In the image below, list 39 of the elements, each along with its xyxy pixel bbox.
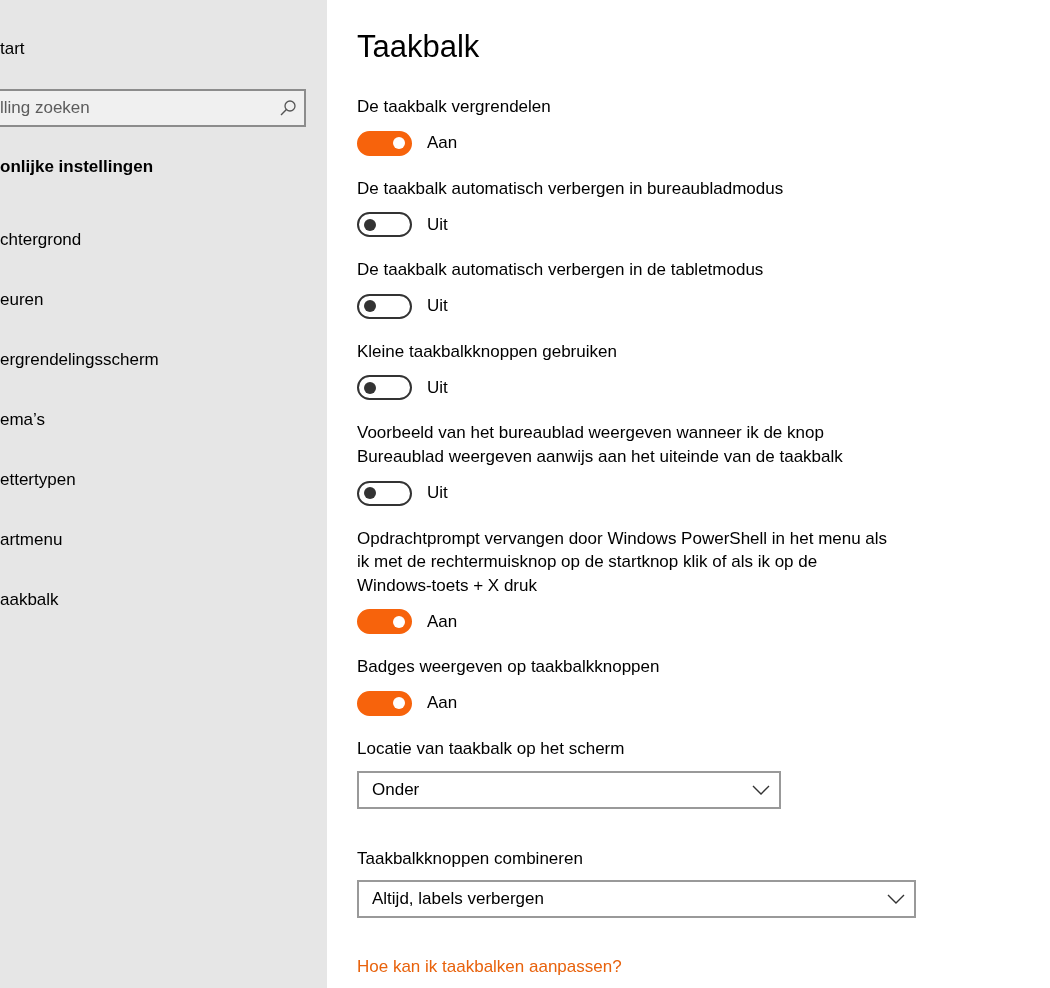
setting-label: Voorbeeld van het bureaublad weergeven wanneer ik de knop Bureaublad weergeven aanwijs aan het uiteinde van de taakbalk xyxy=(357,422,844,468)
nav-link[interactable]: tart xyxy=(0,37,25,61)
sidebar-item[interactable]: artmenu xyxy=(0,528,63,552)
sidebar-item[interactable]: ema’s xyxy=(0,408,46,432)
toggle-switch[interactable] xyxy=(357,130,412,156)
sidebar-item[interactable]: ettertypen xyxy=(0,468,76,492)
toggle-switch[interactable] xyxy=(357,375,412,401)
setting-label: Badges weergeven op taakbalkknoppen xyxy=(357,656,660,679)
page-title: Taakbalk xyxy=(357,28,480,66)
setting-label: Opdrachtprompt vervangen door Windows PowerShell in het menu als ik met de rechtermuisknop op de startknop klik of als ik op de Windows-toets + X druk xyxy=(357,527,889,597)
toggle-switch[interactable] xyxy=(357,690,412,716)
setting-label: De taakbalk vergrendelen xyxy=(357,96,551,118)
search-icon xyxy=(280,100,296,116)
toggle-state-text: Uit xyxy=(427,213,448,236)
setting-label: De taakbalk automatisch verbergen in bureaubladmodus xyxy=(357,177,784,200)
toggle-state-text: Aan xyxy=(427,692,458,715)
toggle-state-text: Aan xyxy=(427,132,458,155)
chevron-down-icon xyxy=(887,894,905,905)
dropdown[interactable]: Onder xyxy=(357,770,781,809)
setting-label: De taakbalk automatisch verbergen in de tabletmodus xyxy=(357,259,764,282)
toggle-switch[interactable] xyxy=(357,293,412,319)
dropdown[interactable]: Altijd, labels verbergen xyxy=(357,880,916,919)
toggle-switch[interactable] xyxy=(357,480,412,506)
section-heading: onlijke instellingen xyxy=(0,156,154,178)
toggle-state-text: Uit xyxy=(427,482,448,505)
toggle-state-text: Uit xyxy=(427,295,448,318)
sidebar-item[interactable]: aakbalk xyxy=(0,588,59,612)
sidebar-item[interactable]: chtergrond xyxy=(0,228,82,252)
toggle-switch[interactable] xyxy=(357,212,412,238)
setting-label: Locatie van taakbalk op het scherm xyxy=(357,737,625,760)
search-field[interactable]: lling zoeken xyxy=(0,89,306,127)
setting-label: Kleine taakbalkknoppen gebruiken xyxy=(357,340,617,363)
sidebar-item[interactable]: ergrendelingsscherm xyxy=(0,348,159,372)
toggle-state-text: Uit xyxy=(427,376,448,399)
toggle-state-text: Aan xyxy=(427,610,458,633)
sidebar-item[interactable]: euren xyxy=(0,288,44,312)
chevron-down-icon xyxy=(752,784,770,795)
setting-label: Taakbalkknoppen combineren xyxy=(357,847,583,870)
toggle-switch[interactable] xyxy=(357,609,412,635)
